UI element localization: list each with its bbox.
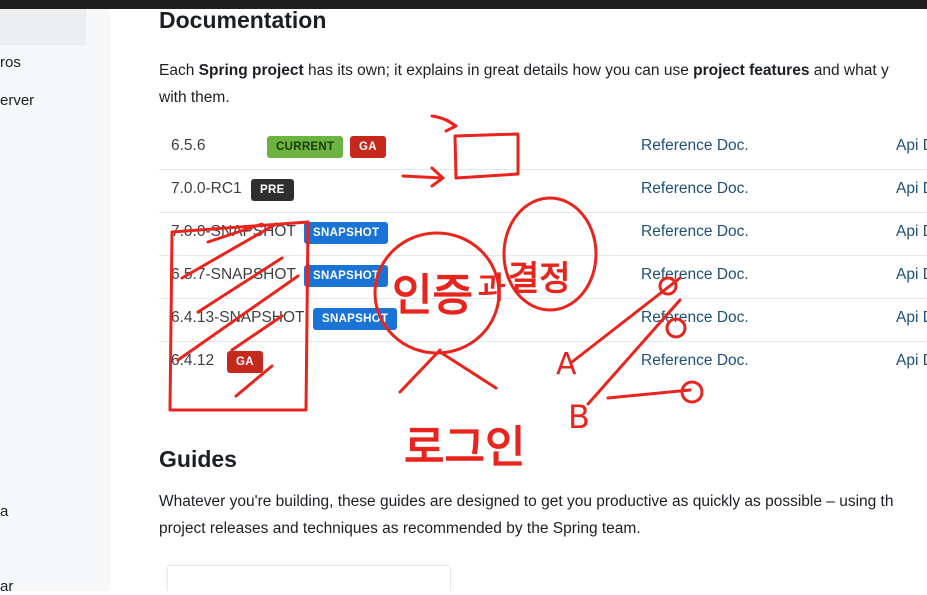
reference-doc-link[interactable]: Reference Doc. <box>641 352 749 370</box>
badge-current: CURRENT <box>267 136 344 158</box>
intro-bold-spring-project: Spring project <box>198 62 304 79</box>
version-label: 6.4.12 <box>171 352 215 369</box>
badge-snapshot: SNAPSHOT <box>304 265 389 287</box>
reference-doc-link[interactable]: Reference Doc. <box>641 266 749 284</box>
guides-intro: Whatever you're building, these guides a… <box>159 488 927 542</box>
version-label: 6.5.7-SNAPSHOT <box>171 266 296 283</box>
badge-ga: GA <box>350 136 386 158</box>
table-row: 6.4.12 GA Reference Doc. Api D <box>159 341 927 384</box>
version-label: 7.0.0-SNAPSHOT <box>171 223 296 240</box>
table-row: 6.5.7-SNAPSHOT SNAPSHOT Reference Doc. A… <box>159 255 927 299</box>
guides-title: Guides <box>159 446 237 472</box>
api-doc-link[interactable]: Api D <box>896 266 927 284</box>
sidebar-active-item[interactable] <box>0 9 86 45</box>
reference-doc-link[interactable]: Reference Doc. <box>641 137 749 155</box>
sidebar-item[interactable]: a <box>0 503 8 520</box>
badge-snapshot: SNAPSHOT <box>304 222 389 244</box>
table-row: 6.5.6 CURRENT GA Reference Doc. Api D <box>159 126 927 170</box>
intro-text: with them. <box>159 89 230 106</box>
intro-text: and what y <box>809 62 889 79</box>
sidebar-item[interactable]: ar <box>0 578 13 595</box>
version-label: 6.4.13-SNAPSHOT <box>171 309 305 326</box>
table-row: 7.0.0-RC1 PRE Reference Doc. Api D <box>159 169 927 213</box>
top-bar <box>0 0 927 9</box>
guides-text: Whatever you're building, these guides a… <box>159 493 894 510</box>
sidebar: ros erver a ar <box>0 9 110 595</box>
api-doc-link[interactable]: Api D <box>896 137 927 155</box>
intro-text: Each <box>159 62 199 79</box>
documentation-title: Documentation <box>159 9 327 33</box>
api-doc-link[interactable]: Api D <box>896 309 927 327</box>
table-row: 7.0.0-SNAPSHOT SNAPSHOT Reference Doc. A… <box>159 212 927 256</box>
api-doc-link[interactable]: Api D <box>896 223 927 241</box>
sidebar-item[interactable]: ros <box>0 54 21 71</box>
guide-card[interactable] <box>167 565 451 591</box>
badge-snapshot: SNAPSHOT <box>313 308 398 330</box>
api-doc-link[interactable]: Api D <box>896 180 927 198</box>
main-content: Documentation Each Spring project has it… <box>110 9 927 591</box>
reference-doc-link[interactable]: Reference Doc. <box>641 180 749 198</box>
version-label: 7.0.0-RC1 <box>171 180 242 197</box>
intro-text: has its own; it explains in great detail… <box>303 62 694 79</box>
badge-pre: PRE <box>251 179 294 201</box>
documentation-intro: Each Spring project has its own; it expl… <box>159 57 927 111</box>
sidebar-item[interactable]: erver <box>0 92 34 109</box>
table-row: 6.4.13-SNAPSHOT SNAPSHOT Reference Doc. … <box>159 298 927 342</box>
guides-text: project releases and techniques as recom… <box>159 520 641 537</box>
reference-doc-link[interactable]: Reference Doc. <box>641 223 749 241</box>
reference-doc-link[interactable]: Reference Doc. <box>641 309 749 327</box>
badge-ga: GA <box>227 351 263 373</box>
intro-bold-project-features: project features <box>693 62 810 79</box>
api-doc-link[interactable]: Api D <box>896 352 927 370</box>
version-label: 6.5.6 <box>171 137 206 154</box>
